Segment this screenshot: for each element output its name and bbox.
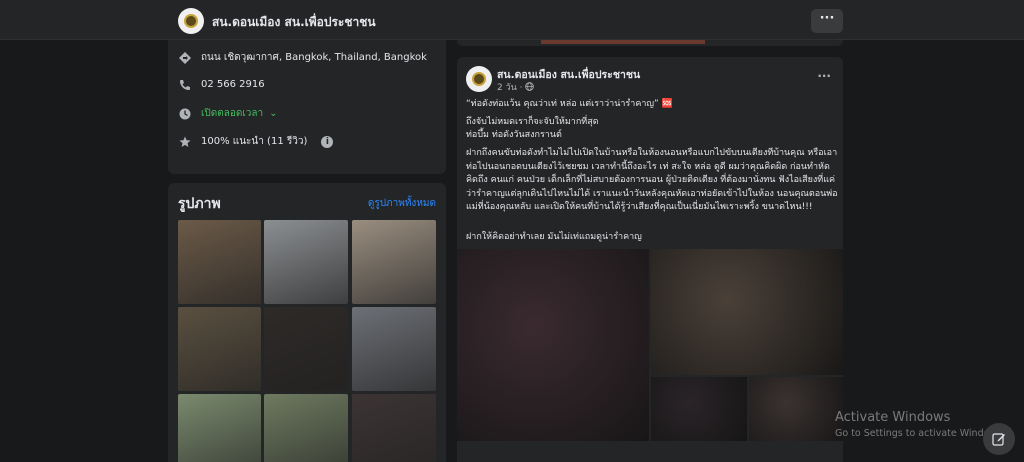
photo-tile[interactable]: [264, 220, 348, 304]
rating-row: 100% แนะนำ (11 รีวิว) i: [178, 134, 334, 149]
rating-text: 100% แนะนำ (11 รีวิว): [201, 136, 308, 147]
post-headline: “ท่อดังท่อแว้น คุณว่าเท่ หล่อ แต่เราว่าน…: [466, 99, 673, 109]
chevron-down-icon[interactable]: ⌄: [269, 108, 277, 119]
activate-windows-title: Activate Windows: [835, 410, 951, 425]
police-emblem-icon: [472, 72, 486, 86]
photos-card: รูปภาพ ดูรูปภาพทั้งหมด: [168, 183, 446, 462]
photo-tile[interactable]: [352, 220, 436, 304]
photo-tile[interactable]: [264, 394, 348, 462]
photo-tile[interactable]: [264, 307, 348, 391]
post-time[interactable]: 2 วัน: [497, 83, 517, 93]
address-text: ถนน เชิดวุฒากาศ, Bangkok, Thailand, Bang…: [201, 52, 427, 63]
post-photo[interactable]: [651, 377, 747, 441]
hours-text[interactable]: เปิดตลอดเวลา: [201, 106, 263, 121]
post-photo[interactable]: [749, 377, 843, 441]
page-avatar[interactable]: [178, 8, 204, 34]
photo-tile[interactable]: [178, 394, 261, 462]
info-icon[interactable]: i: [321, 135, 334, 148]
see-all-photos-link[interactable]: ดูรูปภาพทั้งหมด: [368, 196, 436, 211]
photo-tile[interactable]: [352, 394, 436, 462]
post-card: สน.ดอนเมือง สน.เพื่อประชาชน 2 วัน · ··· …: [457, 57, 843, 462]
post-meta: 2 วัน ·: [497, 80, 535, 94]
post-line-songkran: ท่อบึ้ม ท่อดังวันสงกรานต์: [466, 130, 562, 140]
photo-tile[interactable]: [178, 220, 261, 304]
edit-icon[interactable]: [983, 423, 1015, 455]
post-photo[interactable]: [457, 249, 649, 441]
globe-icon: [525, 82, 535, 93]
phone-row: 02 566 2916: [178, 78, 265, 91]
intro-card: ถนน เชิดวุฒากาศ, Bangkok, Thailand, Bang…: [168, 40, 446, 174]
post-line-catch: ถึงจับไม่หมดเราก็จะจับให้มากที่สุด: [466, 117, 599, 127]
post-body: ฝากถึงคนขับท่อดังทำไมไม่ไปเปิดในบ้านหรือ…: [466, 148, 838, 212]
photo-tile[interactable]: [352, 307, 436, 391]
photos-title: รูปภาพ: [178, 196, 221, 212]
phone-icon: [178, 78, 191, 91]
page-title: สน.ดอนเมือง สน.เพื่อประชาชน: [212, 15, 376, 29]
address-row: ถนน เชิดวุฒากาศ, Bangkok, Thailand, Bang…: [178, 50, 427, 65]
phone-text[interactable]: 02 566 2916: [201, 79, 265, 90]
location-icon: [178, 51, 191, 64]
photo-tile[interactable]: [178, 307, 261, 391]
top-bar: สน.ดอนเมือง สน.เพื่อประชาชน ···: [0, 0, 1024, 40]
hours-row: เปิดตลอดเวลา ⌄: [178, 106, 278, 121]
activate-windows-subtitle: Go to Settings to activate Windows.: [835, 428, 1006, 439]
previous-post-edge: [457, 40, 843, 46]
post-more-button[interactable]: ···: [817, 69, 831, 83]
more-options-button[interactable]: ···: [811, 9, 843, 33]
post-closing: ฝากให้คิดอย่าทำเลย มันไม่เท่แถมดูน่ารำคา…: [466, 232, 642, 242]
post-photo[interactable]: [651, 249, 843, 375]
star-icon: [178, 135, 191, 148]
post-author-avatar[interactable]: [466, 66, 492, 92]
clock-icon: [178, 107, 191, 120]
police-emblem-icon: [184, 14, 198, 28]
